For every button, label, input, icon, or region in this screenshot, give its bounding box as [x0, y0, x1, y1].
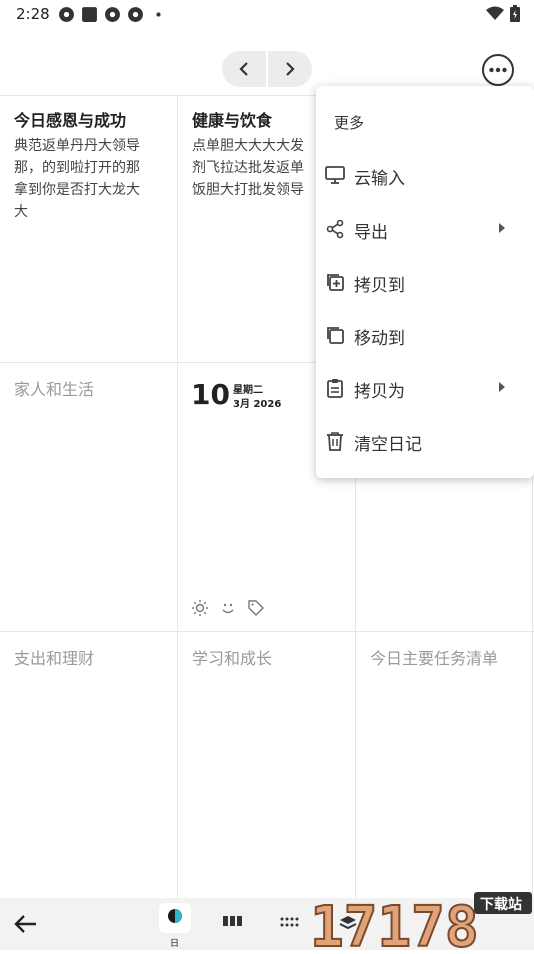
aperture-icon — [105, 7, 120, 22]
cell-title: 支出和理财 — [14, 649, 95, 668]
cell-body: 典范返单丹丹大领导 那，的到啦打开的那 拿到你是否打大龙大大 — [14, 138, 140, 220]
date-nav — [222, 51, 312, 87]
menu-item-label: 清空日记 — [354, 435, 422, 455]
grid-divider — [177, 95, 178, 898]
share-icon — [326, 219, 344, 239]
aperture-icon — [59, 7, 74, 22]
grid-divider — [0, 631, 534, 632]
aperture-icon — [128, 7, 143, 22]
move-icon — [327, 327, 344, 344]
app-square-icon — [82, 7, 97, 22]
submenu-arrow-icon — [499, 382, 505, 392]
watermark-logo: 17178 下载站 — [308, 888, 534, 954]
more-button[interactable] — [481, 53, 515, 87]
trash-icon — [327, 432, 343, 451]
mood-smile-icon[interactable] — [219, 599, 237, 617]
back-arrow-icon[interactable] — [12, 910, 40, 938]
menu-item-copy-as[interactable]: 拷贝为 — [316, 362, 534, 414]
menu-item-label: 云输入 — [354, 169, 405, 189]
menu-item-label: 拷贝为 — [354, 382, 405, 402]
cell-title: 健康与饮食 — [192, 111, 273, 130]
menu-item-label: 拷贝到 — [354, 276, 405, 296]
chevron-right-icon — [286, 62, 295, 76]
cell-title: 家人和生活 — [14, 380, 95, 399]
chevron-left-icon — [239, 62, 248, 76]
submenu-arrow-icon — [499, 223, 505, 233]
cell-title: 今日感恩与成功 — [14, 111, 127, 130]
prev-button[interactable] — [222, 51, 266, 87]
wifi-icon — [486, 6, 504, 20]
day-view-icon — [168, 909, 182, 923]
monitor-icon — [325, 166, 345, 184]
tag-icon[interactable] — [247, 599, 265, 617]
menu-header: 更多 — [334, 114, 365, 132]
more-menu: 更多 云输入 导出 拷贝到 移动到 拷贝为 清空日记 — [316, 86, 534, 478]
dot-icon — [156, 12, 161, 17]
cell-title: 今日主要任务清单 — [370, 649, 499, 668]
cell-body: 点单胆大大大大发 剂飞拉达批发返单 饭胆大打批发领导 — [192, 138, 304, 198]
menu-item-export[interactable]: 导出 — [316, 203, 534, 255]
menu-item-cloud-input[interactable]: 云输入 — [316, 149, 534, 201]
date-day: 10 — [191, 378, 230, 411]
date-weekday: 星期二 — [233, 385, 263, 396]
status-time: 2:28 — [16, 5, 50, 23]
entry-icons — [191, 599, 265, 617]
view-day-button[interactable] — [159, 903, 191, 933]
battery-icon — [510, 5, 520, 22]
menu-item-move-to[interactable]: 移动到 — [316, 309, 534, 361]
clipboard-icon — [327, 379, 343, 398]
watermark-sub: 下载站 — [480, 896, 522, 913]
menu-item-clear-diary[interactable]: 清空日记 — [316, 415, 534, 467]
menu-item-copy-to[interactable]: 拷贝到 — [316, 256, 534, 308]
date-month-year: 3月 2026 — [233, 399, 282, 410]
cell-title: 学习和成长 — [192, 649, 273, 668]
view-day-label: 日 — [170, 939, 180, 949]
copy-plus-icon — [327, 274, 344, 291]
weather-sun-icon[interactable] — [191, 599, 209, 617]
next-button[interactable] — [268, 51, 312, 87]
menu-item-label: 导出 — [354, 223, 388, 243]
month-view-icon[interactable] — [279, 916, 301, 928]
status-bar: 2:28 — [0, 0, 534, 30]
week-view-icon[interactable] — [222, 914, 244, 928]
menu-item-label: 移动到 — [354, 329, 405, 349]
notification-icons — [58, 6, 167, 23]
watermark-text: 17178 — [310, 895, 479, 950]
